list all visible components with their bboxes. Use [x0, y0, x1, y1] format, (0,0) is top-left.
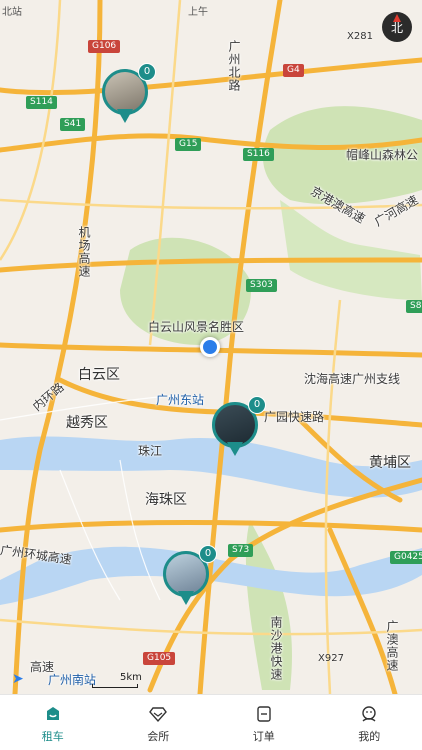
road-tag-s114: S114	[26, 96, 57, 109]
label-guangzhou-east-station: 广州东站	[156, 393, 205, 407]
tab-orders[interactable]: 订单	[211, 695, 317, 750]
scale-label: 5km	[120, 672, 142, 683]
label-nansha-port-expressway: 南沙港快速	[269, 616, 283, 681]
vehicle-marker-3[interactable]: 0	[163, 545, 217, 609]
status-time-text: 上午	[188, 7, 208, 18]
marker-pointer	[227, 442, 243, 456]
label-airport-expressway: 机场高速	[77, 226, 91, 278]
marker-count-badge: 0	[138, 63, 156, 81]
bottom-tab-bar: 租车 会所 订单 我的	[0, 694, 422, 750]
status-left-text: 北站	[2, 7, 22, 18]
marker-pointer	[117, 109, 133, 123]
tab-label: 订单	[252, 730, 275, 743]
road-tag-x281: X281	[347, 31, 373, 42]
tab-label: 租车	[41, 730, 64, 743]
diamond-icon	[149, 707, 168, 723]
road-tag-s41: S41	[60, 118, 86, 131]
locate-arrow-icon[interactable]: ➤	[12, 671, 24, 687]
label-shenhai-expressway: 沈海高速广州支线	[304, 372, 401, 386]
road-tag-s303: S303	[246, 279, 277, 292]
road-tag-g15: G15	[175, 138, 202, 151]
road-tag-g105: G105	[143, 652, 176, 665]
tab-label: 我的	[358, 730, 381, 743]
status-bar: 北站 上午	[0, 0, 422, 18]
tab-label: 会所	[147, 730, 170, 743]
marker-count-badge: 0	[199, 545, 217, 563]
marker-count-badge: 0	[248, 396, 266, 414]
car-icon	[46, 707, 59, 720]
label-maofeng-park: 帽峰山森林公	[346, 148, 419, 162]
label-baiyun-fengjing-1: 白云山风景名胜区	[148, 320, 245, 334]
road-tag-g106: G106	[88, 40, 121, 53]
label-zhujiang: 珠江	[138, 444, 163, 458]
tab-club[interactable]: 会所	[106, 695, 212, 750]
order-icon	[257, 706, 271, 722]
compass-label: 北	[390, 21, 403, 35]
road-tag-s116: S116	[243, 148, 274, 161]
road-tag-s8: S8	[406, 300, 422, 313]
label-guangao-expressway: 广澳高速	[385, 620, 399, 672]
current-location-dot	[200, 337, 220, 357]
road-tag-g0425: G0425	[390, 551, 422, 564]
label-haizhu: 海珠区	[145, 492, 187, 508]
vehicle-marker-1[interactable]: 0	[102, 63, 156, 127]
label-yuexiu: 越秀区	[66, 415, 108, 431]
profile-icon	[362, 706, 376, 722]
scale-bar	[92, 684, 138, 688]
road-tag-s73: S73	[228, 544, 254, 557]
label-guangzhou-north-road: 广州北路	[227, 40, 241, 92]
road-tag-g4: G4	[283, 64, 304, 77]
tab-rent-car[interactable]: 租车	[0, 695, 106, 750]
road-tag-x927: X927	[318, 653, 344, 664]
tab-profile[interactable]: 我的	[317, 695, 422, 750]
label-guangzhou-south-station: 广州南站	[48, 673, 97, 687]
marker-pointer	[178, 591, 194, 605]
map-view[interactable]: 北站 上午 北 G106 X281 G4 S114 S41 G15 S116 S…	[0, 0, 422, 694]
label-gaosu: 高速	[30, 660, 55, 674]
label-guangyuan-expressway: 广园快速路	[264, 410, 325, 424]
compass-button[interactable]: 北	[382, 12, 412, 42]
label-huangpu: 黄埔区	[369, 455, 411, 471]
label-baiyun-district: 白云区	[78, 367, 120, 383]
vehicle-marker-2[interactable]: 0	[212, 396, 266, 460]
